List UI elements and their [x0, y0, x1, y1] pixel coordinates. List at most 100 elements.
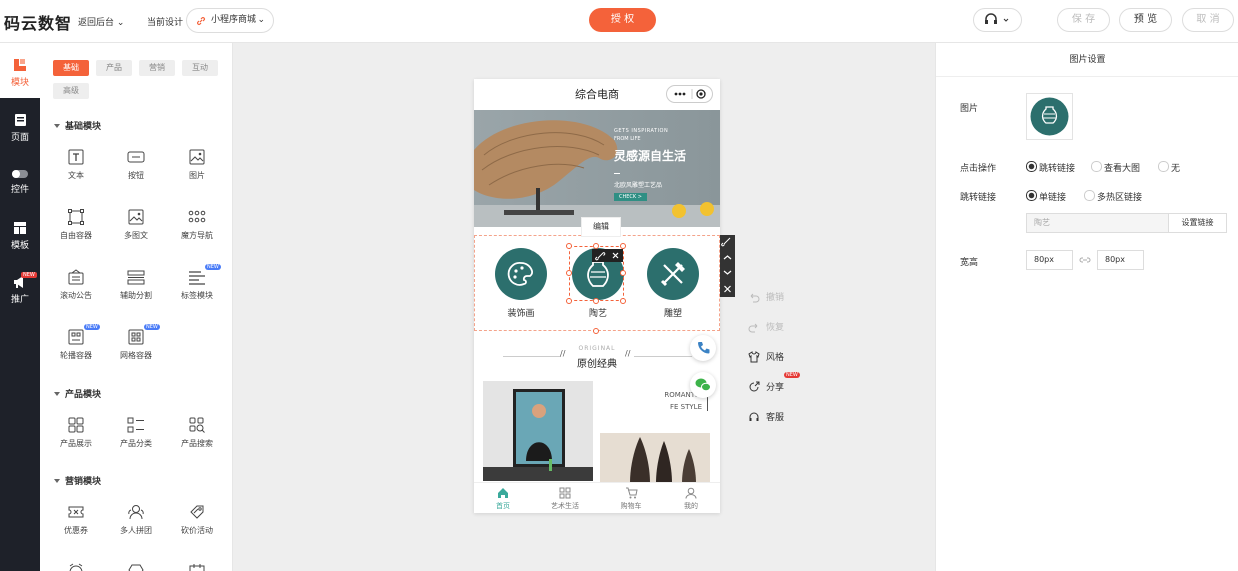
radio-none[interactable]: 无	[1158, 161, 1180, 174]
product-image-portrait[interactable]	[483, 381, 593, 481]
module-tag[interactable]: NEW 标签模块	[167, 264, 227, 301]
product-image-sculptures[interactable]	[600, 433, 710, 483]
image-label: 图片	[960, 104, 979, 114]
romantic-line1: ROMANTIC	[664, 391, 702, 399]
save-button[interactable]: 保 存	[1057, 8, 1110, 32]
block-tool-icons[interactable]	[720, 235, 735, 297]
edit-tooltip[interactable]: 编辑	[581, 217, 621, 237]
module-text[interactable]: 文本	[46, 149, 106, 181]
tab-marketing[interactable]: 营销	[139, 60, 175, 76]
section-title-basic: 基础模块	[54, 119, 101, 132]
tab-art-life[interactable]: 艺术生活	[540, 487, 590, 511]
module-label: 辅助分割	[120, 291, 152, 300]
resize-handle[interactable]	[566, 298, 572, 304]
radio-jump-link[interactable]: 跳转链接	[1026, 161, 1075, 174]
heading-chinese: 原创经典	[577, 359, 617, 370]
module-button[interactable]: 按钮	[106, 149, 166, 181]
tab-cart[interactable]: 购物车	[606, 487, 656, 511]
new-badge: NEW	[84, 324, 100, 330]
block-resize-handle[interactable]	[593, 328, 599, 334]
style-button[interactable]: 风格	[748, 350, 784, 363]
edit-close-icons[interactable]	[592, 249, 623, 262]
tag-module-icon	[189, 271, 205, 285]
module-notice[interactable]: 滚动公告	[46, 269, 106, 301]
module-product-display[interactable]: 产品展示	[46, 417, 106, 449]
preview-button[interactable]: 预 览	[1119, 8, 1172, 32]
link-value-field[interactable]: 陶艺	[1026, 213, 1169, 233]
radio-multi-hotspot[interactable]: 多热区链接	[1084, 190, 1142, 203]
customer-service-button[interactable]: 客服	[748, 410, 784, 423]
new-badge: NEW	[784, 372, 800, 378]
width-field[interactable]: 80px	[1026, 250, 1073, 270]
tab-label: 购物车	[620, 502, 642, 510]
module-product-category[interactable]: 产品分类	[106, 417, 166, 449]
category-sculpture[interactable]: 雕塑	[645, 248, 701, 319]
coupon-icon	[68, 506, 84, 518]
tab-product[interactable]: 产品	[96, 60, 132, 76]
tab-advanced[interactable]: 高级	[53, 83, 89, 99]
resize-handle[interactable]	[620, 270, 626, 276]
section-title-product: 产品模块	[54, 387, 101, 400]
category-decor-painting[interactable]: 装饰画	[493, 248, 549, 319]
image-icon	[189, 149, 205, 165]
module-grid-nav[interactable]: 魔方导航	[167, 209, 227, 241]
phone-float-button[interactable]	[690, 335, 716, 361]
sidebar-item-control[interactable]: 控件	[0, 169, 40, 195]
headset-icon	[749, 412, 759, 421]
banner[interactable]: GETS INSPIRATION FROM LIFE 灵感源自生活 北欧风雕塑工…	[474, 110, 720, 227]
module-partial-3[interactable]	[167, 563, 227, 571]
share-label: 分享	[766, 383, 785, 393]
top-bar: 码云数智 返回后台 ⌄ 当前设计 小程序商城 ⌄ 授 权 保 存 预 览 取 消	[0, 0, 1238, 43]
module-grid-container[interactable]: NEW 网格容器	[106, 324, 166, 361]
banner-check-button[interactable]: CHECK >	[614, 193, 647, 201]
new-badge: NEW	[21, 272, 37, 278]
image-picker[interactable]	[1026, 93, 1073, 140]
set-link-button[interactable]: 设置链接	[1168, 213, 1227, 233]
resize-handle[interactable]	[566, 270, 572, 276]
module-carousel-container[interactable]: NEW 轮播容器	[46, 324, 106, 361]
module-group-buy[interactable]: 多人拼团	[106, 504, 166, 536]
module-coupon[interactable]: 优惠券	[46, 504, 106, 536]
miniapp-capsule[interactable]	[666, 85, 713, 103]
authorize-button[interactable]: 授 权	[589, 8, 656, 32]
resize-handle[interactable]	[566, 243, 572, 249]
module-product-search[interactable]: 产品搜索	[167, 417, 227, 449]
section-title-marketing: 营销模块	[54, 474, 101, 487]
module-image[interactable]: 图片	[167, 149, 227, 181]
module-label: 图片	[189, 171, 205, 180]
banner-dash	[614, 173, 620, 174]
resize-handle[interactable]	[593, 298, 599, 304]
carousel-container-icon	[68, 329, 84, 345]
undo-button[interactable]: 撤销	[748, 290, 784, 303]
tab-interaction[interactable]: 互动	[182, 60, 218, 76]
resize-handle[interactable]	[620, 298, 626, 304]
current-design-select[interactable]: 小程序商城 ⌄	[186, 8, 274, 33]
cancel-button[interactable]: 取 消	[1182, 8, 1234, 32]
module-partial-2[interactable]	[106, 563, 166, 571]
wechat-float-button[interactable]	[690, 372, 716, 398]
notice-icon	[68, 269, 84, 285]
module-free-container[interactable]: 自由容器	[46, 209, 106, 241]
back-to-admin-button[interactable]: 返回后台 ⌄	[78, 15, 124, 28]
redo-button[interactable]: 恢复	[748, 320, 784, 333]
tab-mine[interactable]: 我的	[666, 487, 716, 511]
sidebar-item-promotion[interactable]: NEW 推广	[0, 272, 40, 305]
sidebar-item-page[interactable]: 页面	[0, 113, 40, 143]
module-partial-1[interactable]	[46, 563, 106, 571]
module-multi-image-text[interactable]: 多图文	[106, 209, 166, 241]
page-icon	[14, 114, 26, 126]
sidebar-item-module[interactable]: 模块	[0, 58, 40, 88]
support-dropdown[interactable]	[973, 8, 1022, 32]
radio-single-link[interactable]: 单链接	[1026, 190, 1066, 203]
height-field[interactable]: 80px	[1097, 250, 1144, 270]
link-ratio-icon[interactable]	[1079, 254, 1091, 266]
module-divider[interactable]: 辅助分割	[106, 269, 166, 301]
module-label: 按钮	[128, 171, 144, 180]
tab-basic[interactable]: 基础	[53, 60, 89, 76]
sidebar-item-label: 模板	[10, 241, 29, 251]
share-button[interactable]: NEW 分享	[748, 372, 800, 393]
module-bargain[interactable]: 砍价活动	[167, 504, 227, 536]
sidebar-item-template[interactable]: 模板	[0, 221, 40, 251]
tab-home[interactable]: 首页	[478, 487, 528, 511]
radio-view-large[interactable]: 查看大图	[1091, 161, 1140, 174]
